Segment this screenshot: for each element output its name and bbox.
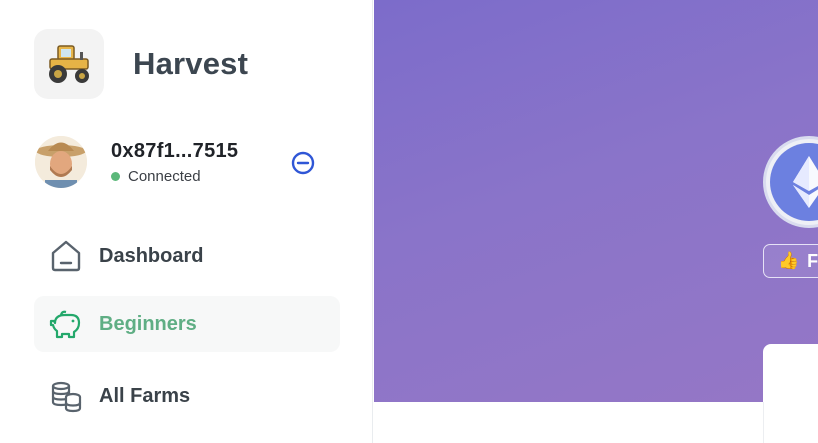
sidebar: Harvest 0x87f1...7515 Connected Dashboar… — [0, 0, 373, 443]
tag-text: F — [807, 250, 818, 271]
nav-item-beginners[interactable]: Beginners — [34, 296, 340, 352]
thumbs-up-icon: 👍 — [778, 251, 800, 270]
farm-card-body — [763, 402, 818, 443]
wallet-info: 0x87f1...7515 Connected — [35, 136, 325, 188]
nav-item-dashboard[interactable]: Dashboard — [34, 228, 340, 284]
status-text: Connected — [128, 168, 201, 185]
main-banner: 👍 F — [374, 0, 818, 402]
token-badge — [763, 136, 818, 228]
ethereum-icon — [770, 143, 818, 221]
home-icon — [48, 238, 84, 274]
coin-stack-icon — [48, 378, 84, 414]
farm-card — [763, 344, 818, 402]
brand-name: Harvest — [133, 46, 249, 81]
disconnect-icon[interactable] — [291, 151, 315, 175]
tractor-icon — [34, 29, 104, 99]
nav-label-beginners: Beginners — [99, 312, 197, 335]
featured-tag: 👍 F — [763, 244, 818, 278]
brand[interactable]: Harvest — [34, 29, 248, 99]
content-area — [374, 402, 818, 443]
nav-label-dashboard: Dashboard — [99, 244, 204, 267]
nav-label-all-farms: All Farms — [99, 384, 191, 407]
nav-item-all-farms[interactable]: All Farms — [34, 368, 340, 424]
farmer-avatar — [35, 136, 87, 188]
wallet-address: 0x87f1...7515 — [111, 140, 239, 162]
connection-status: Connected — [111, 168, 201, 185]
status-dot-icon — [111, 172, 120, 181]
piggy-bank-icon — [48, 306, 84, 342]
